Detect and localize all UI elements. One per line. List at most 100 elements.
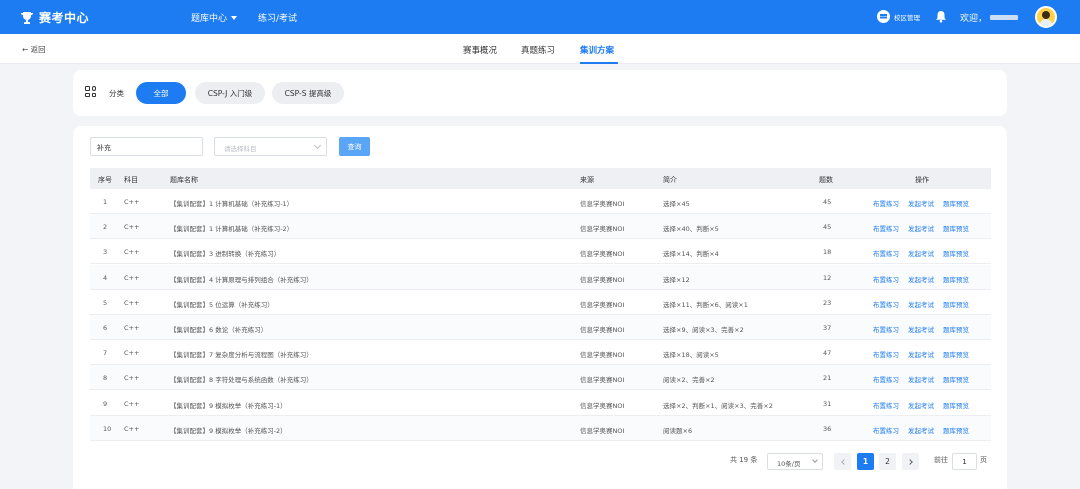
- nav-question-bank[interactable]: 题库中心: [191, 11, 238, 24]
- goto-page-input[interactable]: 1: [952, 453, 977, 470]
- cell-intro: 选择×9、阅读×3、完善×2: [663, 326, 744, 334]
- table-row: 1 C++ 【集训配套】1 计算机基础（补充练习-1） 信息学奥赛NOI 选择×45 45…: [90, 189, 991, 214]
- start-exam-link[interactable]: 发起考试: [908, 248, 934, 258]
- next-page-button[interactable]: [902, 453, 919, 470]
- header-no: 序号: [98, 176, 112, 184]
- prev-page-button[interactable]: [834, 453, 851, 470]
- assign-practice-link[interactable]: 布置练习: [873, 198, 899, 208]
- cell-intro: 选择×11、判断×6、阅读×1: [663, 300, 748, 309]
- cell-name: 【集训配套】9 模拟枚举（补充练习-1）: [170, 401, 287, 410]
- preview-bank-link[interactable]: 题库预览: [943, 299, 969, 309]
- cell-count: 18: [823, 248, 832, 257]
- preview-bank-link[interactable]: 题库预览: [943, 349, 969, 359]
- cell-intro: 阅读×2、完善×2: [663, 376, 715, 385]
- assign-practice-link[interactable]: 布置练习: [873, 248, 899, 258]
- subject-placeholder: 请选择科目: [224, 145, 257, 153]
- start-exam-link[interactable]: 发起考试: [908, 425, 934, 435]
- cell-subject: C++: [124, 273, 140, 282]
- caret-down-icon: [231, 15, 238, 20]
- cell-name: 【集训配套】4 计算原理与排列组合（补充练习）: [170, 275, 313, 284]
- cell-intro: 选择×12: [663, 275, 690, 284]
- campus-management-button[interactable]: 校区管理: [877, 10, 920, 23]
- table-row: 9 C++ 【集训配套】9 模拟枚举（补充练习-1） 信息学奥赛NOI 选择×2、判断×…: [90, 391, 991, 416]
- app-logo[interactable]: 赛考中心: [20, 9, 89, 26]
- preview-bank-link[interactable]: 题库预览: [943, 400, 969, 410]
- cell-source: 信息学奥赛NOI: [580, 225, 625, 234]
- cell-name: 【集训配套】3 进制转换（补充练习）: [170, 250, 281, 259]
- table-header: 序号 科目 题库名称 来源 简介 题数 操作: [90, 168, 991, 189]
- table-row: 2 C++ 【集训配套】1 计算机基础（补充练习-2） 信息学奥赛NOI 选择×40、判…: [90, 214, 991, 240]
- cell-subject: C++: [124, 399, 140, 408]
- assign-practice-link[interactable]: 布置练习: [873, 400, 899, 410]
- cell-subject: C++: [124, 324, 140, 332]
- cell-count: 12: [823, 273, 832, 282]
- cell-source: 信息学奥赛NOI: [580, 200, 625, 208]
- category-all[interactable]: 全部: [136, 82, 186, 104]
- category-csp-s[interactable]: CSP-S 提高级: [272, 82, 344, 104]
- category-csp-j[interactable]: CSP-J 入门级: [195, 82, 265, 104]
- page-1-button[interactable]: 1: [857, 453, 874, 470]
- start-exam-link[interactable]: 发起考试: [908, 349, 934, 359]
- cell-count: 23: [823, 298, 832, 307]
- start-exam-link[interactable]: 发起考试: [908, 198, 934, 208]
- sub-navigation: ← 返回 赛事概况 真题练习 集训方案: [0, 34, 1080, 64]
- nav-practice-exam[interactable]: 练习/考试: [258, 11, 297, 24]
- assign-practice-link[interactable]: 布置练习: [873, 299, 899, 309]
- start-exam-link[interactable]: 发起考试: [908, 299, 934, 309]
- start-exam-link[interactable]: 发起考试: [908, 223, 934, 233]
- cell-no: 5: [103, 298, 108, 307]
- assign-practice-link[interactable]: 布置练习: [873, 274, 899, 284]
- cell-no: 1: [103, 198, 108, 206]
- header-actions: 操作: [915, 176, 929, 184]
- start-exam-link[interactable]: 发起考试: [908, 374, 934, 384]
- preview-bank-link[interactable]: 题库预览: [943, 374, 969, 384]
- category-grid-icon: [85, 86, 97, 98]
- search-input[interactable]: 补充: [90, 137, 203, 156]
- assign-practice-link[interactable]: 布置练习: [873, 223, 899, 233]
- back-button[interactable]: ← 返回: [22, 44, 46, 55]
- page-size-select[interactable]: 10条/页: [767, 453, 823, 470]
- assign-practice-link[interactable]: 布置练习: [873, 349, 899, 359]
- cell-count: 21: [823, 374, 832, 383]
- header-count: 题数: [819, 176, 833, 184]
- page-2-button[interactable]: 2: [879, 453, 896, 470]
- table-row: 8 C++ 【集训配套】8 字符处理与系统函数（补充练习） 信息学奥赛NOI 阅读×2、…: [90, 365, 991, 391]
- start-exam-link[interactable]: 发起考试: [908, 324, 934, 334]
- page-size-value: 10条/页: [777, 460, 801, 468]
- header-name: 题库名称: [170, 176, 198, 184]
- cell-count: 45: [823, 223, 832, 232]
- start-exam-link[interactable]: 发起考试: [908, 400, 934, 410]
- cell-subject: C++: [124, 223, 140, 232]
- query-button[interactable]: 查询: [339, 137, 370, 156]
- table-row: 5 C++ 【集训配套】5 位运算（补充练习） 信息学奥赛NOI 选择×11、判断×6、…: [90, 290, 991, 315]
- preview-bank-link[interactable]: 题库预览: [943, 425, 969, 435]
- cell-name: 【集训配套】1 计算机基础（补充练习-2）: [170, 225, 294, 234]
- cell-source: 信息学奥赛NOI: [580, 351, 625, 360]
- cell-source: 信息学奥赛NOI: [580, 250, 625, 259]
- cell-count: 37: [823, 324, 832, 332]
- preview-bank-link[interactable]: 题库预览: [943, 274, 969, 284]
- start-exam-link[interactable]: 发起考试: [908, 274, 934, 284]
- assign-practice-link[interactable]: 布置练习: [873, 425, 899, 435]
- preview-bank-link[interactable]: 题库预览: [943, 223, 969, 233]
- assign-practice-link[interactable]: 布置练习: [873, 374, 899, 384]
- cell-source: 信息学奥赛NOI: [580, 300, 625, 309]
- subject-select[interactable]: 请选择科目: [214, 137, 327, 156]
- tab-past-papers[interactable]: 真题练习: [521, 44, 555, 56]
- bell-icon[interactable]: [935, 10, 947, 23]
- cell-subject: C++: [124, 374, 140, 383]
- assign-practice-link[interactable]: 布置练习: [873, 324, 899, 334]
- cell-count: 36: [823, 424, 832, 433]
- preview-bank-link[interactable]: 题库预览: [943, 248, 969, 258]
- preview-bank-link[interactable]: 题库预览: [943, 198, 969, 208]
- cell-name: 【集训配套】6 数论（补充练习）: [170, 326, 268, 334]
- welcome-text: 欢迎，: [960, 11, 1019, 24]
- cell-name: 【集训配套】8 字符处理与系统函数（补充练习）: [170, 376, 313, 385]
- tab-training-plan[interactable]: 集训方案: [580, 44, 614, 56]
- campus-icon: [877, 10, 890, 23]
- tab-overview[interactable]: 赛事概况: [463, 44, 497, 56]
- preview-bank-link[interactable]: 题库预览: [943, 324, 969, 334]
- cell-subject: C++: [124, 298, 140, 307]
- avatar[interactable]: [1035, 6, 1057, 28]
- cell-intro: 选择×2、判断×1、阅读×3、完善×2: [663, 401, 773, 410]
